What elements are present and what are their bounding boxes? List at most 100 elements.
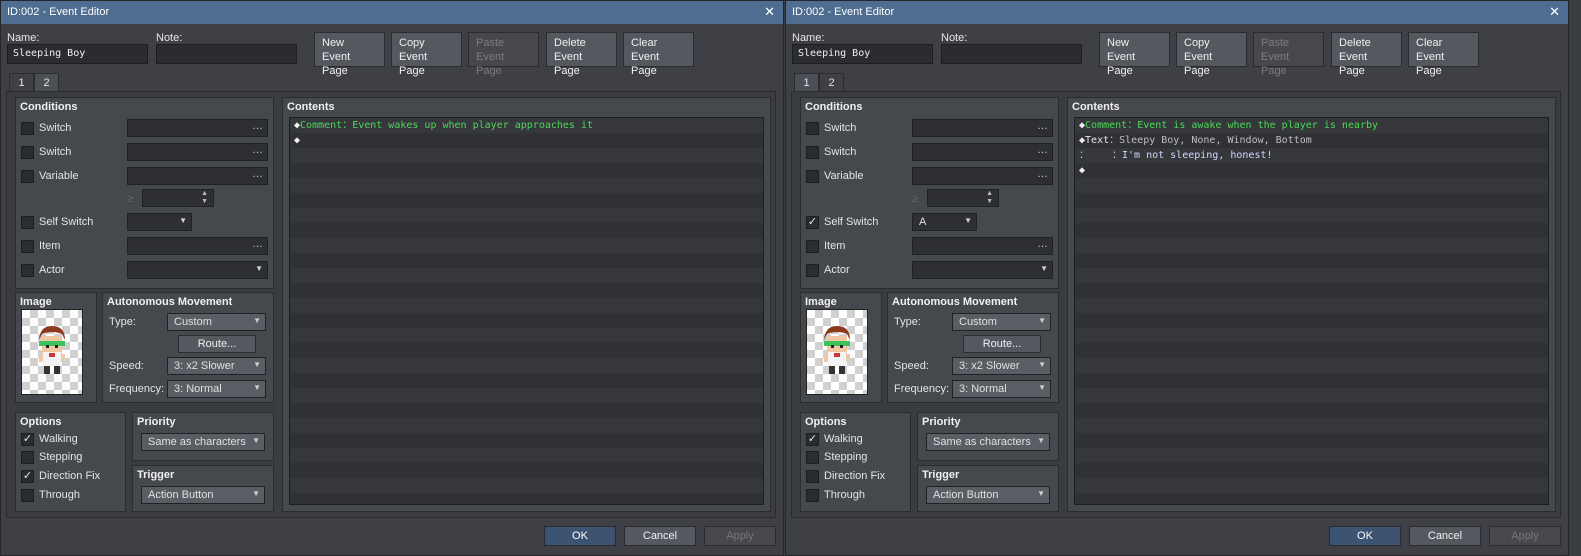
paste-event-page-button[interactable]: Paste Event Page xyxy=(1253,32,1324,77)
variable-select[interactable]: … xyxy=(912,167,1053,185)
switch2-select[interactable]: … xyxy=(127,143,268,161)
item-checkbox[interactable] xyxy=(21,240,34,253)
tab-page-2[interactable]: 2 xyxy=(819,73,844,93)
movement-frequency-select[interactable]: 3: Normal ▼ xyxy=(952,380,1051,398)
self-switch-checkbox[interactable] xyxy=(21,216,34,229)
switch1-select[interactable]: … xyxy=(912,119,1053,137)
ok-button[interactable]: OK xyxy=(544,526,616,546)
movement-speed-select[interactable]: 3: x2 Slower ▼ xyxy=(167,357,266,375)
switch2-checkbox[interactable] xyxy=(806,146,819,159)
trigger-select[interactable]: Action Button ▼ xyxy=(141,486,265,504)
priority-group: Priority Same as characters ▼ xyxy=(132,412,274,461)
variable-select[interactable]: … xyxy=(127,167,268,185)
movement-frequency-select[interactable]: 3: Normal ▼ xyxy=(167,380,266,398)
spinner-arrows-icon: ▲ ▼ xyxy=(201,190,208,205)
walking-checkbox[interactable]: ✓ xyxy=(21,433,34,446)
apply-button[interactable]: Apply xyxy=(1489,526,1561,546)
ok-button[interactable]: OK xyxy=(1329,526,1401,546)
item-select[interactable]: … xyxy=(912,237,1053,255)
ge-symbol: ≥ xyxy=(127,193,134,205)
self-switch-select[interactable]: ▼ xyxy=(127,213,192,231)
priority-select[interactable]: Same as characters ▼ xyxy=(926,433,1050,451)
paste-label-1: Paste xyxy=(476,37,505,49)
priority-select[interactable]: Same as characters ▼ xyxy=(141,433,265,451)
switch1-select[interactable]: … xyxy=(127,119,268,137)
command-row[interactable]: ◆ xyxy=(294,133,300,148)
command-row[interactable]: ◆Comment：Event is awake when the player … xyxy=(1079,118,1378,133)
apply-button[interactable]: Apply xyxy=(704,526,776,546)
priority-title: Priority xyxy=(922,416,961,428)
note-input[interactable] xyxy=(156,44,297,64)
actor-checkbox[interactable] xyxy=(21,264,34,277)
trigger-select[interactable]: Action Button ▼ xyxy=(926,486,1050,504)
delete-event-page-button[interactable]: Delete Event Page xyxy=(546,32,617,77)
through-checkbox[interactable] xyxy=(21,489,34,502)
item-checkbox[interactable] xyxy=(806,240,819,253)
through-checkbox[interactable] xyxy=(806,489,819,502)
event-command-list[interactable]: ◆ Comment：Event wakes up when player appr… xyxy=(289,117,764,505)
trigger-group: Trigger Action Button ▼ xyxy=(917,465,1059,512)
actor-select[interactable]: ▼ xyxy=(127,261,268,279)
direction-fix-checkbox[interactable] xyxy=(806,470,819,483)
paste-event-page-button[interactable]: Paste Event Page xyxy=(468,32,539,77)
event-command-list[interactable]: ◆Comment：Event is awake when the player … xyxy=(1074,117,1549,505)
movement-frequency-value: 3: Normal xyxy=(959,383,1007,395)
item-select[interactable]: … xyxy=(127,237,268,255)
trigger-group: Trigger Action Button ▼ xyxy=(132,465,274,512)
title-bar: ID:002 - Event Editor ✕ xyxy=(1,1,783,24)
movement-type-select[interactable]: Custom ▼ xyxy=(952,313,1051,331)
tab-page-1[interactable]: 1 xyxy=(9,73,34,93)
command-row[interactable]: ◆Text：Sleepy Boy, None, Window, Bottom xyxy=(1079,133,1312,148)
variable-checkbox[interactable] xyxy=(806,170,819,183)
dropdown-arrow-icon: ▼ xyxy=(1040,264,1048,273)
continuation-marker: ： xyxy=(1079,150,1084,161)
command-row[interactable]: ◆Comment：Event wakes up when player appr… xyxy=(294,118,593,133)
walking-checkbox[interactable]: ✓ xyxy=(806,433,819,446)
switch1-checkbox[interactable] xyxy=(21,122,34,135)
note-input[interactable] xyxy=(941,44,1082,64)
new-event-page-button[interactable]: New Event Page xyxy=(1099,32,1170,77)
copy-event-page-button[interactable]: Copy Event Page xyxy=(391,32,462,77)
variable-checkbox[interactable] xyxy=(21,170,34,183)
tab-page-2[interactable]: 2 xyxy=(34,73,59,91)
close-icon[interactable]: ✕ xyxy=(764,4,775,20)
new-label-1: New xyxy=(1107,37,1130,49)
route-button[interactable]: Route... xyxy=(178,335,256,353)
clear-event-page-button[interactable]: Clear Event Page xyxy=(623,32,694,77)
command-row[interactable]: ◆ xyxy=(1079,163,1085,178)
route-button[interactable]: Route... xyxy=(963,335,1041,353)
switch2-select[interactable]: … xyxy=(912,143,1053,161)
cancel-button[interactable]: Cancel xyxy=(624,526,696,546)
new-event-page-button[interactable]: New Event Page xyxy=(314,32,385,77)
switch2-checkbox[interactable] xyxy=(21,146,34,159)
switch1-checkbox[interactable] xyxy=(806,122,819,135)
clear-event-page-button[interactable]: Clear Event Page xyxy=(1408,32,1479,77)
note-label: Note: xyxy=(941,32,968,44)
character-image[interactable] xyxy=(806,309,868,395)
copy-event-page-button[interactable]: Copy Event Page xyxy=(1176,32,1247,77)
cancel-button[interactable]: Cancel xyxy=(1409,526,1481,546)
actor-checkbox[interactable] xyxy=(806,264,819,277)
new-label-1: New xyxy=(322,37,345,49)
stepping-checkbox[interactable] xyxy=(21,451,34,464)
tab-page-1[interactable]: 1 xyxy=(794,73,819,91)
direction-fix-checkbox[interactable]: ✓ xyxy=(21,470,34,483)
frequency-label: Frequency: xyxy=(894,383,950,395)
movement-speed-select[interactable]: 3: x2 Slower ▼ xyxy=(952,357,1051,375)
delete-event-page-button[interactable]: Delete Event Page xyxy=(1331,32,1402,77)
character-image[interactable] xyxy=(21,309,83,395)
clear-label-2: Event Page xyxy=(631,51,660,77)
name-input[interactable]: Sleeping Boy xyxy=(792,44,933,64)
name-input[interactable]: Sleeping Boy xyxy=(7,44,148,64)
contents-group: Contents ◆ Comment：Event wakes up when pl… xyxy=(282,97,771,512)
command-row[interactable]: ：：I'm not sleeping, honest! xyxy=(1079,148,1273,163)
self-switch-checkbox[interactable]: ✓ xyxy=(806,216,819,229)
actor-select[interactable]: ▼ xyxy=(912,261,1053,279)
variable-value-spinner[interactable]: ▲ ▼ xyxy=(142,189,214,207)
variable-value-spinner[interactable]: ▲ ▼ xyxy=(927,189,999,207)
delete-label-1: Delete xyxy=(554,37,586,49)
close-icon[interactable]: ✕ xyxy=(1549,4,1560,20)
self-switch-select[interactable]: A ▼ xyxy=(912,213,977,231)
stepping-checkbox[interactable] xyxy=(806,451,819,464)
movement-type-select[interactable]: Custom ▼ xyxy=(167,313,266,331)
